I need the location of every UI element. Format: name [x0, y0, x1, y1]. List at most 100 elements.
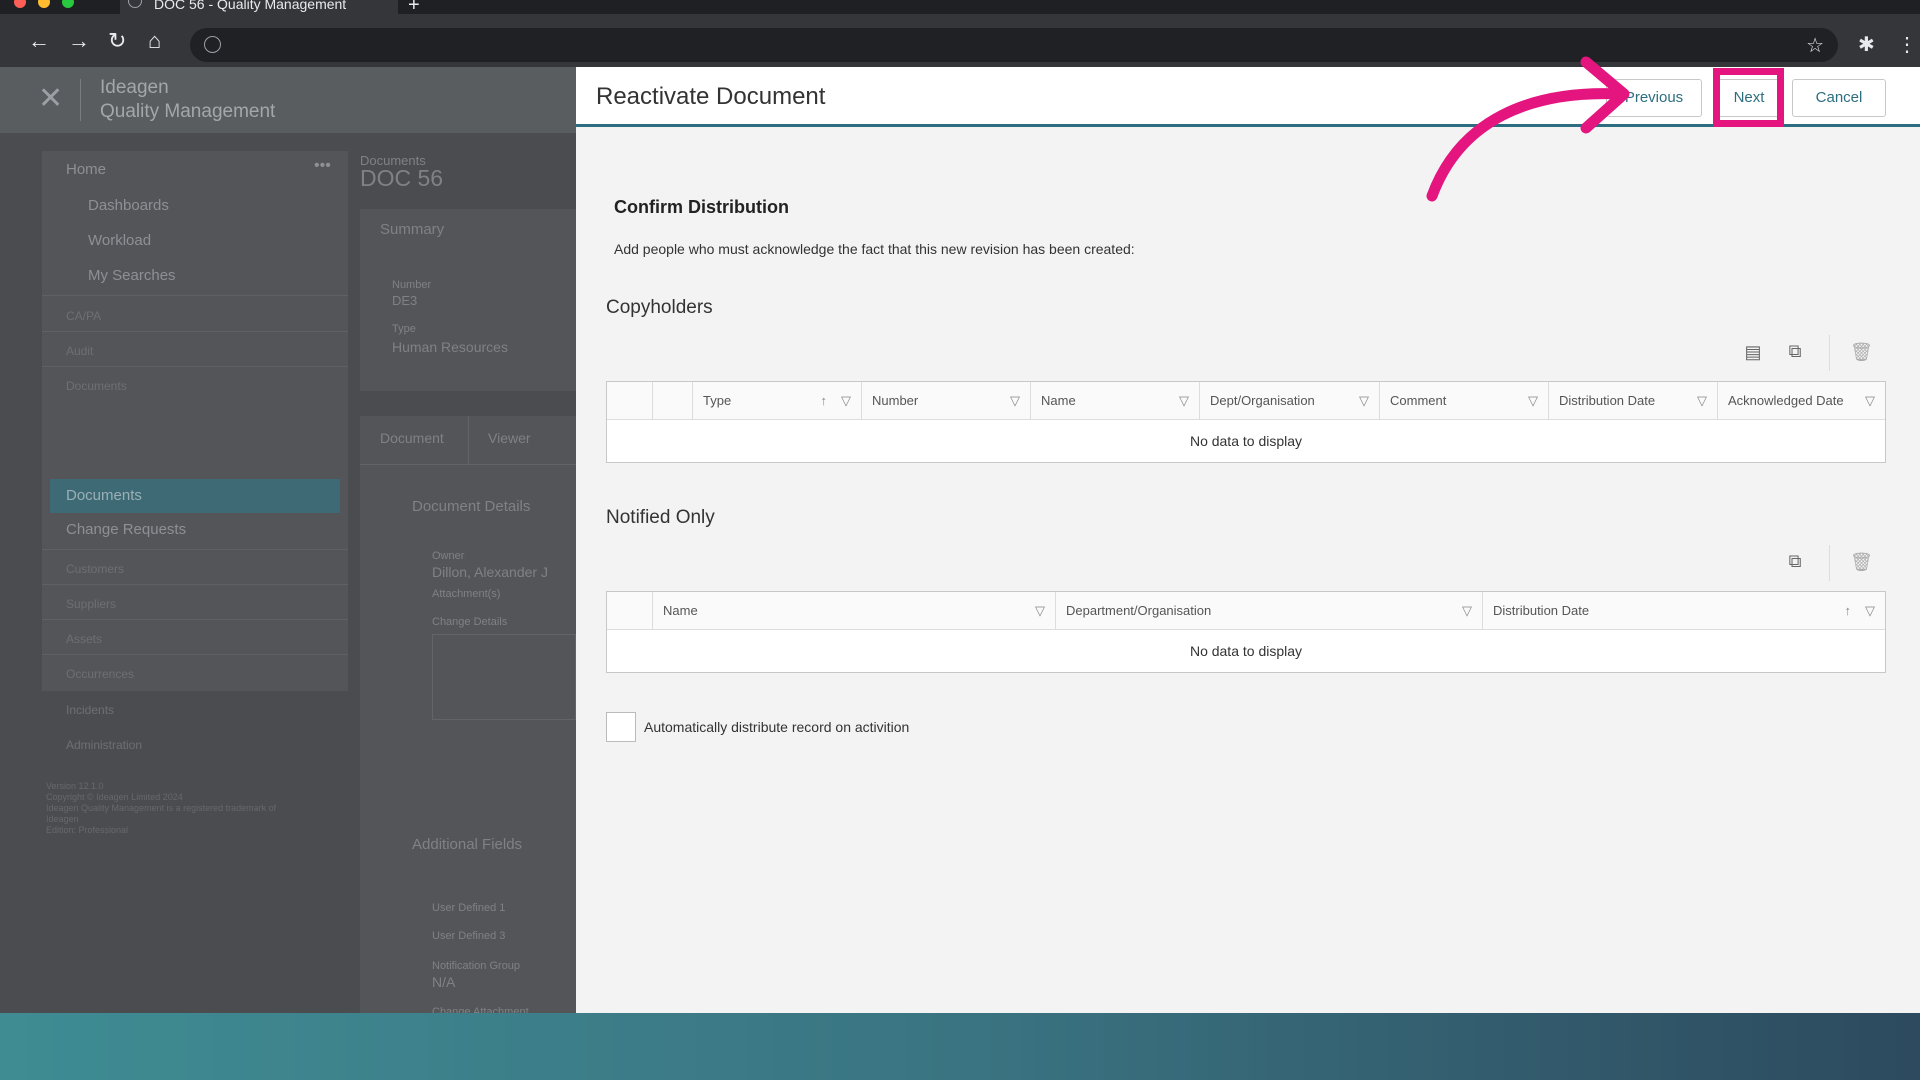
divider: [42, 619, 348, 620]
filter-icon[interactable]: ▽: [1010, 382, 1020, 420]
tab-viewer[interactable]: Viewer: [488, 430, 531, 446]
filter-icon[interactable]: ▽: [1462, 592, 1472, 630]
column-header-department[interactable]: Department/Organisation ▽: [1056, 592, 1483, 630]
close-window-icon[interactable]: [14, 0, 26, 8]
reactivate-document-panel: Reactivate Document Previous Next Cancel…: [576, 67, 1920, 1013]
attachments-label: Attachment(s): [432, 588, 501, 600]
sidebar-item-incidents[interactable]: Incidents: [66, 703, 114, 717]
column-label: Number: [872, 393, 919, 408]
maximize-window-icon[interactable]: [62, 0, 74, 8]
divider: [42, 584, 348, 585]
auto-distribute-label: Automatically distribute record on activ…: [644, 719, 910, 735]
column-header-comment[interactable]: Comment ▽: [1380, 382, 1549, 420]
footer-line: Ideagen Quality Management is a register…: [46, 803, 277, 813]
filter-icon[interactable]: ▽: [1528, 382, 1538, 420]
number-label: Number: [392, 279, 432, 291]
sidebar-item-documents[interactable]: Documents: [50, 479, 340, 513]
column-label: Type: [703, 393, 732, 408]
column-header-name[interactable]: Name ▽: [653, 592, 1056, 630]
column-header-dept[interactable]: Dept/Organisation ▽: [1200, 382, 1380, 420]
column-header-distribution-date[interactable]: Distribution Date ↑ ▽: [1483, 592, 1885, 630]
curved-arrow-icon: [1426, 56, 1630, 202]
icon-column: [653, 382, 693, 420]
divider: [42, 366, 348, 367]
sidebar: Home ••• Dashboards Workload My Searches…: [42, 151, 348, 691]
divider: [1829, 335, 1830, 371]
type-value: Human Resources: [392, 339, 508, 355]
kebab-menu-icon[interactable]: ⋮: [1897, 32, 1917, 57]
filter-icon[interactable]: ▽: [1697, 382, 1707, 420]
change-details-box: [432, 634, 576, 720]
sidebar-item-occurrences[interactable]: Occurrences: [66, 667, 134, 681]
sidebar-item-administration[interactable]: Administration: [66, 738, 142, 752]
filter-icon[interactable]: ▽: [1865, 382, 1875, 420]
footer-line: Ideagen: [46, 814, 79, 824]
next-button-highlight: [1713, 68, 1784, 127]
filter-icon[interactable]: ▽: [1179, 382, 1189, 420]
desktop-background: [0, 1013, 1920, 1080]
tab-document[interactable]: Document: [380, 430, 444, 446]
column-header-name[interactable]: Name ▽: [1031, 382, 1200, 420]
column-header-number[interactable]: Number ▽: [862, 382, 1031, 420]
sidebar-item-customers[interactable]: Customers: [66, 562, 124, 576]
sidebar-item-documents-group[interactable]: Documents: [66, 379, 127, 393]
import-icon[interactable]: ▤: [1742, 342, 1764, 364]
column-label: Distribution Date: [1559, 393, 1656, 408]
notification-group-label: Notification Group: [432, 960, 521, 972]
select-column[interactable]: [607, 592, 653, 630]
confirm-distribution-title: Confirm Distribution: [614, 197, 789, 217]
change-details-label: Change Details: [432, 616, 508, 628]
sidebar-item-change-requests[interactable]: Change Requests: [66, 521, 186, 538]
sort-up-icon[interactable]: ↑: [1845, 592, 1852, 630]
sidebar-item-capa[interactable]: CA/PA: [66, 309, 101, 323]
home-icon[interactable]: ⌂: [148, 30, 161, 52]
column-header-acknowledged-date[interactable]: Acknowledged Date ▽: [1718, 382, 1885, 420]
cancel-button[interactable]: Cancel: [1792, 79, 1886, 117]
sidebar-item-my-searches[interactable]: My Searches: [88, 267, 176, 284]
select-column[interactable]: [607, 382, 653, 420]
footer-line: Copyright © Ideagen Limited 2024: [46, 792, 183, 802]
trash-icon[interactable]: 🗑: [1850, 552, 1873, 574]
summary-card: Summary Number DE3 Type Human Resources: [360, 209, 576, 391]
copy-icon[interactable]: ⧉: [1784, 551, 1806, 573]
reload-icon[interactable]: ↻: [108, 30, 126, 52]
copy-icon[interactable]: ⧉: [1784, 341, 1806, 363]
sidebar-item-suppliers[interactable]: Suppliers: [66, 597, 116, 611]
column-header-distribution-date[interactable]: Distribution Date ▽: [1549, 382, 1718, 420]
star-icon[interactable]: ☆: [1806, 33, 1824, 58]
footer-line: Version 12.1.0: [46, 781, 104, 791]
sidebar-item-workload[interactable]: Workload: [88, 232, 151, 249]
sidebar-item-home[interactable]: Home: [66, 161, 106, 178]
sort-up-icon[interactable]: ↑: [821, 382, 828, 420]
copyholders-grid: Type ↑ ▽ Number ▽ Name ▽ Dept/Organisati…: [606, 381, 1886, 463]
close-icon[interactable]: ✕: [38, 81, 63, 116]
browser-tab[interactable]: DOC 56 - Quality Management: [120, 0, 398, 14]
filter-icon[interactable]: ▽: [1865, 592, 1875, 630]
puzzle-icon[interactable]: ✱: [1858, 32, 1875, 57]
notified-grid-header: Name ▽ Department/Organisation ▽ Distrib…: [607, 592, 1885, 630]
user-defined-3-label: User Defined 3: [432, 930, 506, 942]
trash-icon[interactable]: 🗑: [1850, 342, 1873, 364]
owner-value: Dillon, Alexander J: [432, 564, 548, 580]
auto-distribute-checkbox[interactable]: [606, 712, 636, 742]
minimize-window-icon[interactable]: [38, 0, 50, 8]
more-icon[interactable]: •••: [314, 157, 331, 175]
sidebar-item-dashboards[interactable]: Dashboards: [88, 197, 169, 214]
notification-group-value: N/A: [432, 974, 456, 990]
number-value: DE3: [392, 293, 418, 308]
sidebar-footer: Version 12.1.0 Copyright © Ideagen Limit…: [42, 781, 348, 841]
filter-icon[interactable]: ▽: [1035, 592, 1045, 630]
sidebar-item-assets[interactable]: Assets: [66, 632, 102, 646]
filter-icon[interactable]: ▽: [841, 382, 851, 420]
brand-name: Ideagen: [100, 77, 169, 98]
globe-icon: [128, 0, 142, 8]
sidebar-item-label: Documents: [66, 487, 142, 504]
sidebar-item-audit[interactable]: Audit: [66, 344, 93, 358]
column-header-type[interactable]: Type ↑ ▽: [693, 382, 862, 420]
arrow-left-icon[interactable]: ←: [28, 30, 50, 52]
arrow-right-icon[interactable]: →: [68, 30, 90, 52]
empty-message: No data to display: [1189, 643, 1303, 659]
notified-only-title: Notified Only: [606, 507, 715, 528]
filter-icon[interactable]: ▽: [1359, 382, 1369, 420]
page-title: DOC 56: [360, 165, 444, 191]
